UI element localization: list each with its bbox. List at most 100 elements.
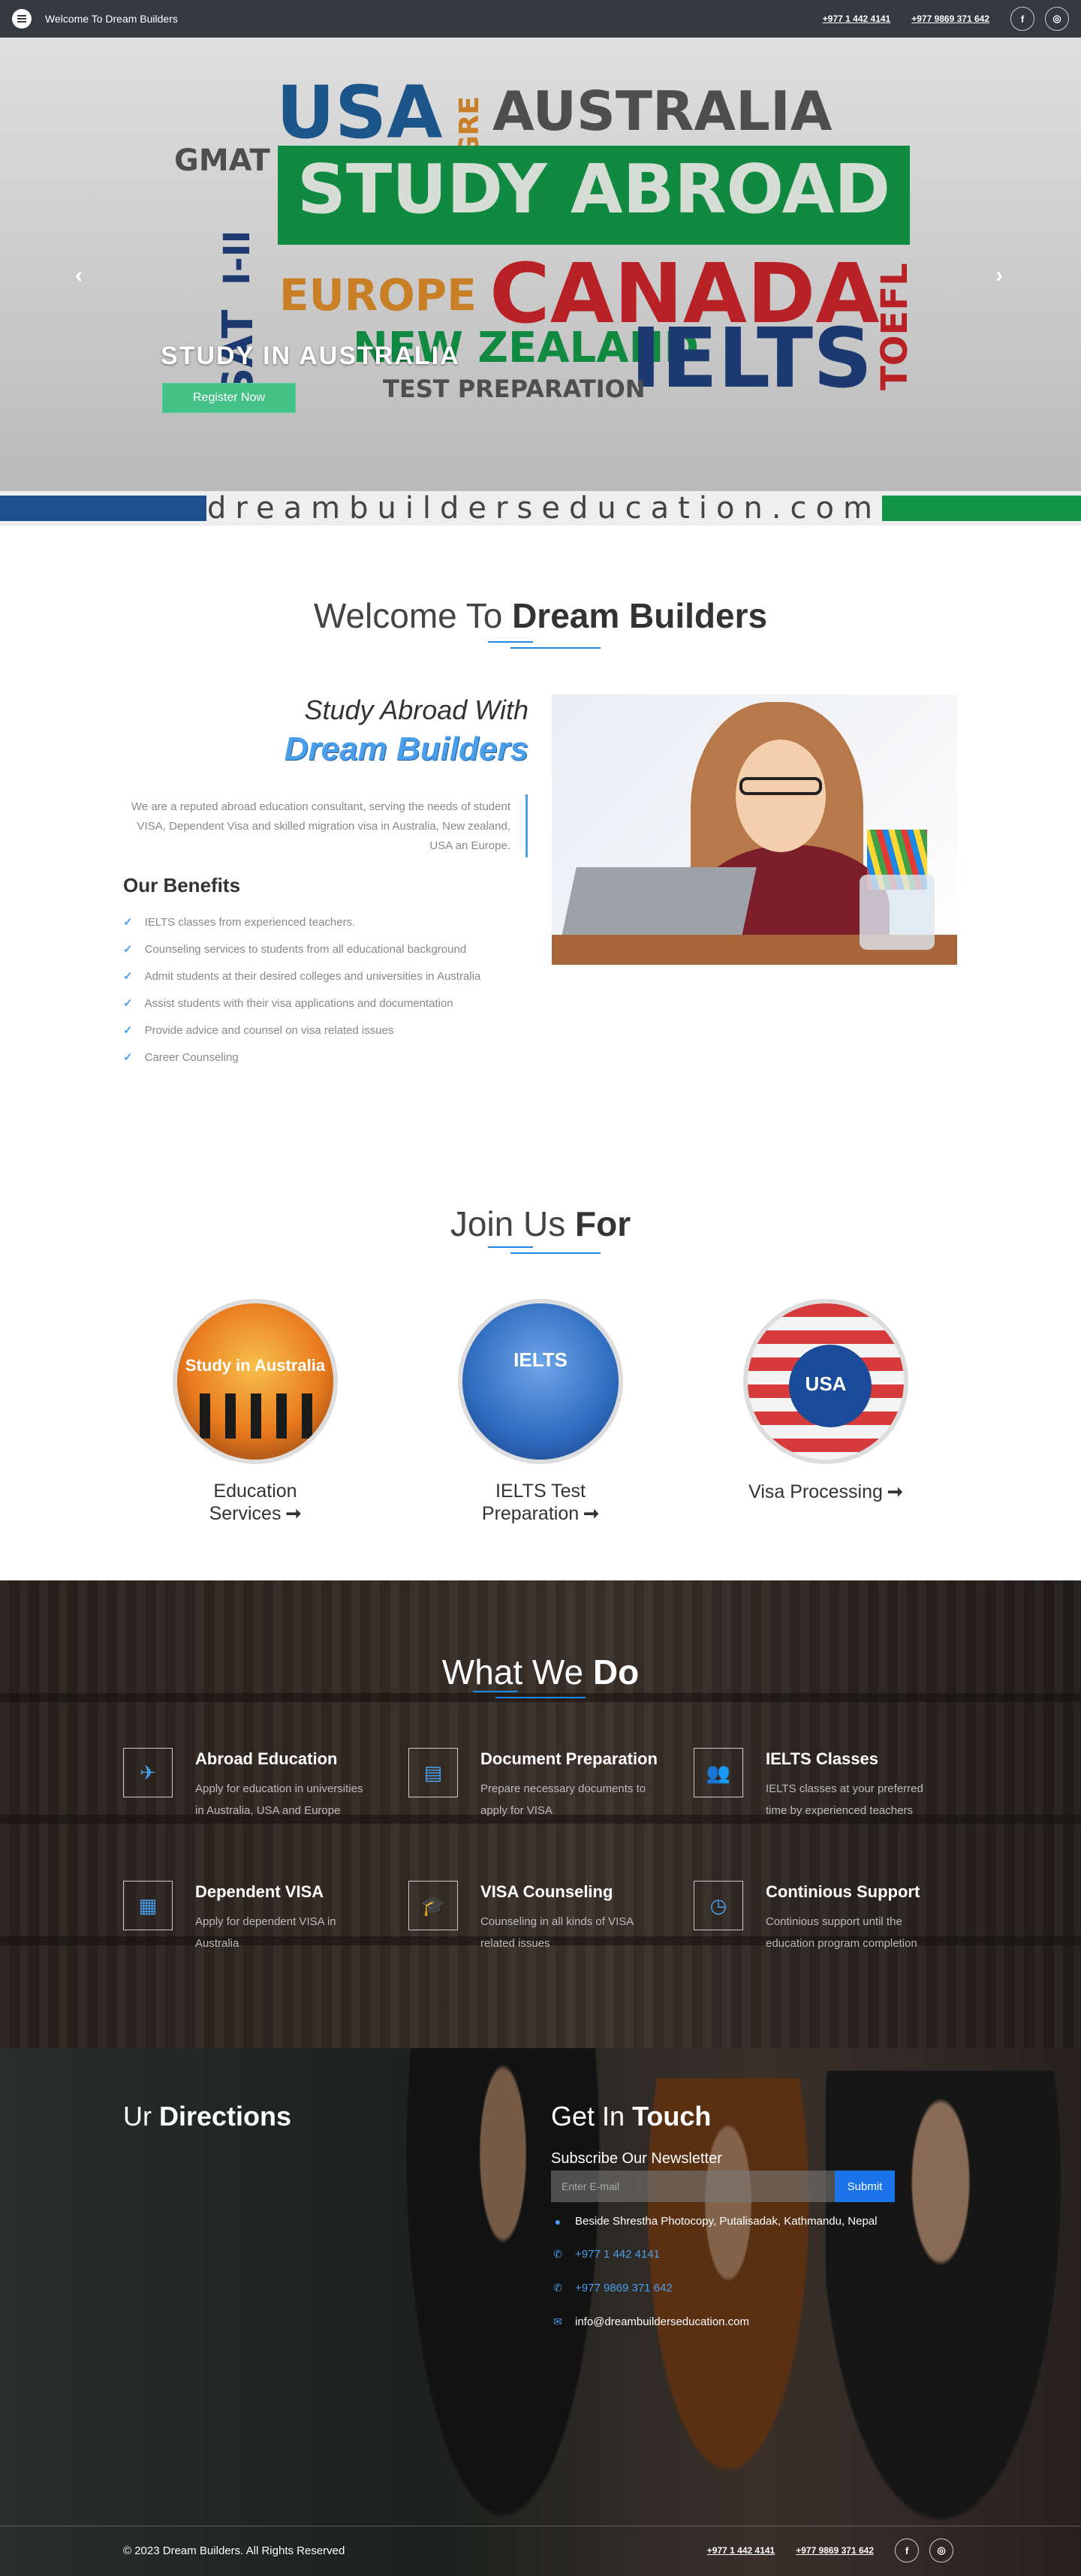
facebook-icon[interactable]: f — [1010, 7, 1034, 31]
calendar-icon: ▦ — [123, 1881, 173, 1930]
service-desc: Apply for dependent VISA in Australia — [195, 1915, 336, 1950]
contact-phone-1[interactable]: ✆ +977 1 442 4141 — [551, 2248, 660, 2261]
benefit-item: ✓ Counseling services to students from al… — [123, 939, 528, 960]
email-text[interactable]: info@dreambuilderseducation.com — [575, 2315, 749, 2328]
join-us-title: Join Us For — [0, 1204, 1081, 1244]
card-label: IELTS Test Preparation — [481, 1481, 586, 1524]
directions-title-bold: Directions — [159, 2101, 292, 2132]
kangaroo-silhouettes — [200, 1393, 320, 1439]
benefits-title: Our Benefits — [123, 874, 241, 896]
benefit-item: ✓ Provide advice and counsel on visa rela… — [123, 1020, 528, 1041]
visa-processing-link[interactable]: Visa Processing ➞ — [743, 1481, 908, 1503]
service-desc: IELTS classes at your preferred time by … — [766, 1782, 923, 1817]
card-image-tag: IELTS — [513, 1348, 568, 1371]
newsletter-label: Subscribe Our Newsletter — [551, 2150, 722, 2167]
wwd-underline — [473, 1691, 586, 1698]
carousel-next-icon[interactable]: › — [995, 263, 1003, 288]
ielts-preparation-image[interactable]: IELTS — [458, 1299, 623, 1464]
phone-text-1[interactable]: +977 1 442 4141 — [575, 2248, 660, 2261]
education-services-link[interactable]: Education Services ➞ — [173, 1481, 338, 1525]
study-abroad-heading: Study Abroad With Dream Builders — [285, 694, 528, 768]
hero-carousel: USA GRE AUSTRALIA GMAT STUDY ABROAD I-II… — [0, 38, 1081, 526]
check-icon: ✓ — [123, 1024, 133, 1037]
education-services-card[interactable]: Study in Australia Education Services ➞ — [173, 1299, 338, 1525]
footer-phone-2[interactable]: +977 9869 371 642 — [796, 2545, 874, 2556]
check-icon: ✓ — [123, 1051, 133, 1064]
hero-shade — [0, 38, 1081, 491]
service-title: IELTS Classes — [766, 1749, 878, 1768]
check-icon: ✓ — [123, 970, 133, 983]
footer-phone-1[interactable]: +977 1 442 4141 — [707, 2545, 775, 2556]
menu-icon[interactable] — [12, 9, 32, 29]
welcome-title-light: Welcome To — [313, 596, 513, 635]
contact-address: ● Beside Shrestha Photocopy, Putalisadak,… — [551, 2215, 878, 2228]
photo-cup — [860, 875, 935, 950]
phone-text-2[interactable]: +977 9869 371 642 — [575, 2282, 673, 2294]
footer-socials: f ◎ — [895, 2538, 953, 2562]
facebook-icon[interactable]: f — [895, 2538, 919, 2562]
benefit-item: ✓ Assist students with their visa applica… — [123, 993, 528, 1014]
ielts-preparation-card[interactable]: IELTS IELTS Test Preparation ➞ — [458, 1299, 623, 1525]
service-title: Dependent VISA — [195, 1882, 324, 1901]
phone-icon: ✆ — [553, 2248, 562, 2260]
topbar-phone-1[interactable]: +977 1 442 4141 — [823, 14, 890, 24]
about-text: We are a reputed abroad education consul… — [131, 800, 510, 852]
arrow-right-icon: ➞ — [887, 1481, 903, 1502]
welcome-underline — [488, 641, 601, 649]
visa-processing-image[interactable]: USA — [743, 1299, 908, 1464]
service-title: Document Preparation — [480, 1749, 658, 1768]
banner-green-bar — [882, 496, 1081, 521]
service-title: VISA Counseling — [480, 1882, 613, 1901]
phone-icon: ✆ — [553, 2282, 562, 2294]
arrow-right-icon: ➞ — [285, 1503, 302, 1524]
join-title-light: Join Us — [450, 1204, 576, 1243]
topbar-socials: f ◎ — [1010, 7, 1069, 31]
instagram-icon[interactable]: ◎ — [1045, 7, 1069, 31]
top-bar: Welcome To Dream Builders +977 1 442 414… — [0, 0, 1081, 38]
card-image-tag: Study in Australia — [185, 1356, 326, 1375]
join-title-bold: For — [575, 1204, 631, 1243]
get-in-touch-title: Get In Touch — [551, 2101, 711, 2132]
footer-right: +977 1 442 4141 +977 9869 371 642 f ◎ — [707, 2538, 953, 2562]
directions-title: Ur Directions — [123, 2101, 291, 2132]
newsletter-submit-button[interactable]: Submit — [835, 2171, 895, 2202]
photo-glasses — [739, 777, 822, 795]
contact-phone-2[interactable]: ✆ +977 9869 371 642 — [551, 2282, 673, 2294]
study-heading-line-1: Study Abroad With — [304, 694, 529, 725]
banner-domain-strip: dreambuilderseducation.com — [0, 491, 1081, 526]
clock-icon: ◷ — [694, 1881, 743, 1930]
benefit-text: Assist students with their visa applicat… — [144, 997, 453, 1010]
welcome-text: Welcome To Dream Builders — [45, 13, 178, 25]
ielts-preparation-link[interactable]: IELTS Test Preparation ➞ — [458, 1481, 623, 1525]
join-underline — [488, 1246, 601, 1254]
map-marker-icon: ● — [554, 2215, 562, 2228]
service-desc: Continious support until the education p… — [766, 1915, 917, 1950]
topbar-phone-2[interactable]: +977 9869 371 642 — [911, 14, 989, 24]
benefit-item: ✓ Career Counseling — [123, 1047, 528, 1068]
service-title: Continious Support — [766, 1882, 920, 1901]
check-icon: ✓ — [123, 916, 133, 929]
education-services-image[interactable]: Study in Australia — [173, 1299, 338, 1464]
copyright-text: © 2023 Dream Builders. All Rights Reserv… — [123, 2544, 345, 2557]
contact-email[interactable]: ✉ info@dreambuilderseducation.com — [551, 2315, 749, 2328]
service-title: Abroad Education — [195, 1749, 338, 1768]
benefit-text: IELTS classes from experienced teachers. — [144, 916, 356, 929]
newsletter-email-input[interactable] — [551, 2171, 835, 2202]
benefit-text: Counseling services to students from all… — [144, 943, 467, 956]
touch-title-light: Get In — [551, 2101, 633, 2132]
instagram-icon[interactable]: ◎ — [929, 2538, 953, 2562]
benefit-item: ✓ IELTS classes from experienced teachers… — [123, 912, 528, 933]
benefits-list: ✓ IELTS classes from experienced teachers… — [123, 912, 528, 1074]
banner-blue-bar — [0, 496, 206, 521]
visa-processing-card[interactable]: USA Visa Processing ➞ — [743, 1299, 908, 1503]
benefit-item: ✓ Admit students at their desired college… — [123, 966, 528, 987]
plane-icon: ✈ — [123, 1748, 173, 1797]
touch-title-bold: Touch — [632, 2101, 712, 2132]
directions-title-light: Ur — [123, 2101, 159, 2132]
check-icon: ✓ — [123, 997, 133, 1010]
footer: © 2023 Dream Builders. All Rights Reserv… — [0, 2526, 1081, 2576]
card-image-tag: USA — [805, 1372, 847, 1395]
register-now-button[interactable]: Register Now — [162, 383, 296, 413]
carousel-prev-icon[interactable]: ‹ — [75, 263, 83, 288]
service-desc: Prepare necessary documents to apply for… — [480, 1782, 646, 1817]
